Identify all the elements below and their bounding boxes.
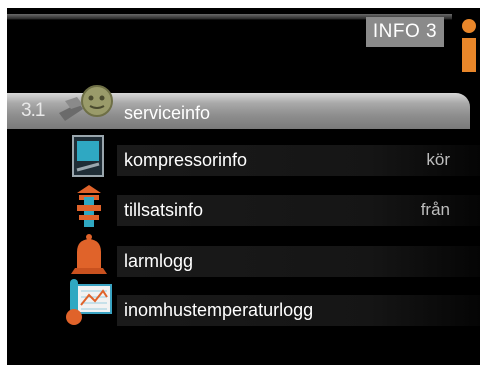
menu-item-serviceinfo[interactable]: 3.1 serviceinfo bbox=[7, 85, 480, 129]
menu-item-label: kompressorinfo bbox=[124, 150, 248, 170]
info-icon bbox=[462, 19, 476, 72]
display-screen: INFO 3 3.1 serviceinfo kompressorinfo kö… bbox=[7, 8, 480, 365]
alarm-bell-icon bbox=[71, 234, 107, 274]
menu-item-kompressorinfo[interactable]: kompressorinfo kör bbox=[7, 135, 480, 179]
menu-item-label: serviceinfo bbox=[124, 103, 211, 123]
menu-item-inomhustemperaturlogg[interactable]: inomhustemperaturlogg bbox=[7, 279, 480, 329]
addition-heat-icon bbox=[77, 185, 101, 227]
menu-item-label: inomhustemperaturlogg bbox=[124, 300, 314, 320]
menu-item-larmlogg[interactable]: larmlogg bbox=[7, 234, 480, 280]
service-icon bbox=[59, 85, 113, 121]
compressor-icon bbox=[72, 135, 104, 177]
menu-item-label: larmlogg bbox=[124, 251, 194, 271]
menu-item-label: tillsatsinfo bbox=[124, 200, 204, 220]
menu-item-number: 3.1 bbox=[21, 100, 45, 121]
status-value: kör bbox=[426, 150, 450, 169]
page-title: INFO 3 bbox=[366, 17, 444, 47]
indoor-temperature-log-icon bbox=[66, 279, 112, 325]
status-value: från bbox=[420, 200, 450, 219]
menu-item-tillsatsinfo[interactable]: tillsatsinfo från bbox=[7, 185, 480, 229]
